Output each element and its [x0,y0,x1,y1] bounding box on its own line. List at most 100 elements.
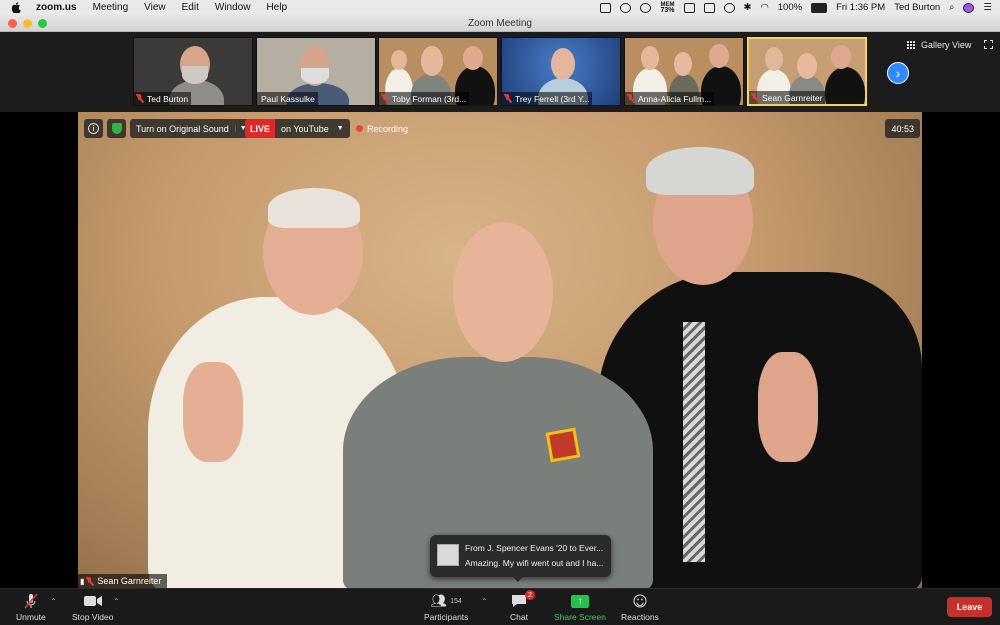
main-video-area: i Turn on Original Sound ▼ LIVE on YouTu… [0,112,1000,588]
muted-mic-icon [751,93,758,102]
muted-mic-icon [136,94,143,103]
menu-item-view[interactable]: View [144,2,166,13]
chat-notification[interactable]: From J. Spencer Evans '20 to Ever... Ama… [430,535,611,582]
bluetooth-icon[interactable]: ✱ [744,2,752,13]
zoom-window-button[interactable] [38,19,47,28]
participant-name: Anna-Alicia Fullm... [638,93,712,104]
recording-label: Recording [367,123,409,134]
gallery-strip: Ted Burton Paul Kassulke Toby Forman (3r… [0,32,1000,112]
participant-name: Sean Garnreiter [762,92,823,103]
muted-mic-icon [381,94,388,103]
reactions-button[interactable]: Reactions [621,593,659,622]
spotlight-search-icon[interactable]: ⌕ [949,2,954,13]
info-icon: i [88,123,99,134]
live-target: on YouTube ▼ [275,119,350,138]
gallery-view-button[interactable]: Gallery View [907,40,971,50]
live-stream-indicator[interactable]: LIVE on YouTube ▼ [245,119,350,138]
notification-center-icon[interactable]: ☰ [983,2,992,13]
shield-icon [111,123,122,134]
text-icon[interactable] [683,2,695,13]
leave-button[interactable]: Leave [947,597,992,617]
share-screen-icon: ↑ [570,593,589,609]
stop-video-button[interactable]: Stop Video [72,593,113,622]
participants-label: Participants [424,612,469,622]
dropbox-icon[interactable] [703,2,715,13]
menu-item-edit[interactable]: Edit [182,2,199,13]
participant-thumb-paul-kassulke[interactable]: Paul Kassulke [256,37,376,106]
video-options-caret[interactable]: ⌃ [113,597,120,606]
signal-strength-icon: ▮ [80,576,85,586]
participant-thumb-ted-burton[interactable]: Ted Burton [133,37,253,106]
meeting-info-button[interactable]: i [84,119,103,138]
participant-name: Ted Burton [147,93,189,104]
participant-thumb-anna-alicia-fullm[interactable]: Anna-Alicia Fullm... [624,37,744,106]
live-target-label: on YouTube [281,123,329,134]
participant-count: 154 [450,597,462,605]
meeting-toolbar: Unmute ⌃ Stop Video ⌃ 👥︎ 154 Participant… [0,588,1000,625]
muted-mic-icon [86,576,93,586]
original-sound-button[interactable]: Turn on Original Sound ▼ [130,119,251,138]
speaker-video[interactable]: i Turn on Original Sound ▼ LIVE on YouTu… [78,112,922,588]
participants-options-caret[interactable]: ⌃ [481,597,488,606]
siri-icon[interactable] [963,2,975,13]
grid-icon [907,40,916,50]
participant-thumb-toby-forman[interactable]: Toby Forman (3rd... [378,37,498,106]
menu-item-meeting[interactable]: Meeting [93,2,129,13]
meeting-timer: 40:53 [885,119,920,138]
chevron-down-icon: ▼ [336,125,344,132]
close-window-button[interactable] [8,19,17,28]
share-screen-button[interactable]: ↑ Share Screen [554,593,606,622]
sync-icon[interactable] [620,2,632,13]
sender-avatar [437,544,459,566]
live-badge: LIVE [245,119,276,138]
muted-mic-icon [627,94,634,103]
unmute-button[interactable]: Unmute [16,593,46,622]
share-screen-label: Share Screen [554,612,606,622]
window-title: Zoom Meeting [468,17,532,29]
record-dot-icon [356,125,363,132]
reactions-label: Reactions [621,612,659,622]
stop-video-label: Stop Video [72,612,114,622]
smiley-icon [633,593,647,609]
encryption-shield-button[interactable] [107,119,126,138]
memory-value: 73% [660,6,675,14]
participant-thumb-trey-ferrell[interactable]: Trey Ferrell (3rd Y... [501,37,621,106]
recording-indicator[interactable]: Recording [350,119,414,138]
chat-unread-badge: 2 [524,590,535,600]
menu-app-name[interactable]: zoom.us [36,2,77,13]
zoom-status-icon[interactable] [600,2,612,13]
battery-percent[interactable]: 100% [778,2,802,13]
video-camera-icon [83,593,102,609]
chat-notification-from: From J. Spencer Evans '20 to Ever... [465,543,604,553]
menu-item-help[interactable]: Help [266,2,287,13]
chat-bubble-icon: 2 [511,590,535,609]
gallery-view-label: Gallery View [921,40,972,50]
cloud-icon[interactable] [640,2,652,13]
menu-item-window[interactable]: Window [215,2,251,13]
chat-notification-message: Amazing. My wifi went out and I ha... [465,558,604,568]
zoom-window: zoom.us Meeting View Edit Window Help ME… [0,0,1000,625]
speaker-name-tag: ▮ Sean Garnreiter [78,574,168,588]
time-machine-icon[interactable] [723,2,735,13]
user-name[interactable]: Ted Burton [894,2,940,13]
participant-thumb-sean-garnreiter[interactable]: Sean Garnreiter [747,37,867,106]
clock[interactable]: Fri 1:36 PM [836,2,885,13]
wifi-icon[interactable]: ◠ [760,2,768,13]
chevron-right-icon: › [895,65,901,81]
fullscreen-icon[interactable] [984,40,993,49]
speaker-name: Sean Garnreiter [97,576,162,586]
memory-indicator[interactable]: MEM 73% [660,2,674,14]
unmute-label: Unmute [16,612,46,622]
participant-name: Trey Ferrell (3rd Y... [515,93,590,104]
participants-icon: 👥︎ [430,593,448,608]
next-page-button[interactable]: › [887,62,909,84]
audio-options-caret[interactable]: ⌃ [50,597,57,606]
muted-mic-icon [504,94,511,103]
chat-label: Chat [510,612,528,622]
microphone-muted-icon [23,593,39,609]
battery-icon[interactable] [811,2,828,13]
apple-icon[interactable] [10,2,22,14]
chat-button[interactable]: 2 Chat [510,590,535,622]
minimize-window-button[interactable] [23,19,32,28]
participants-button[interactable]: 👥︎ 154 Participants [424,593,468,622]
